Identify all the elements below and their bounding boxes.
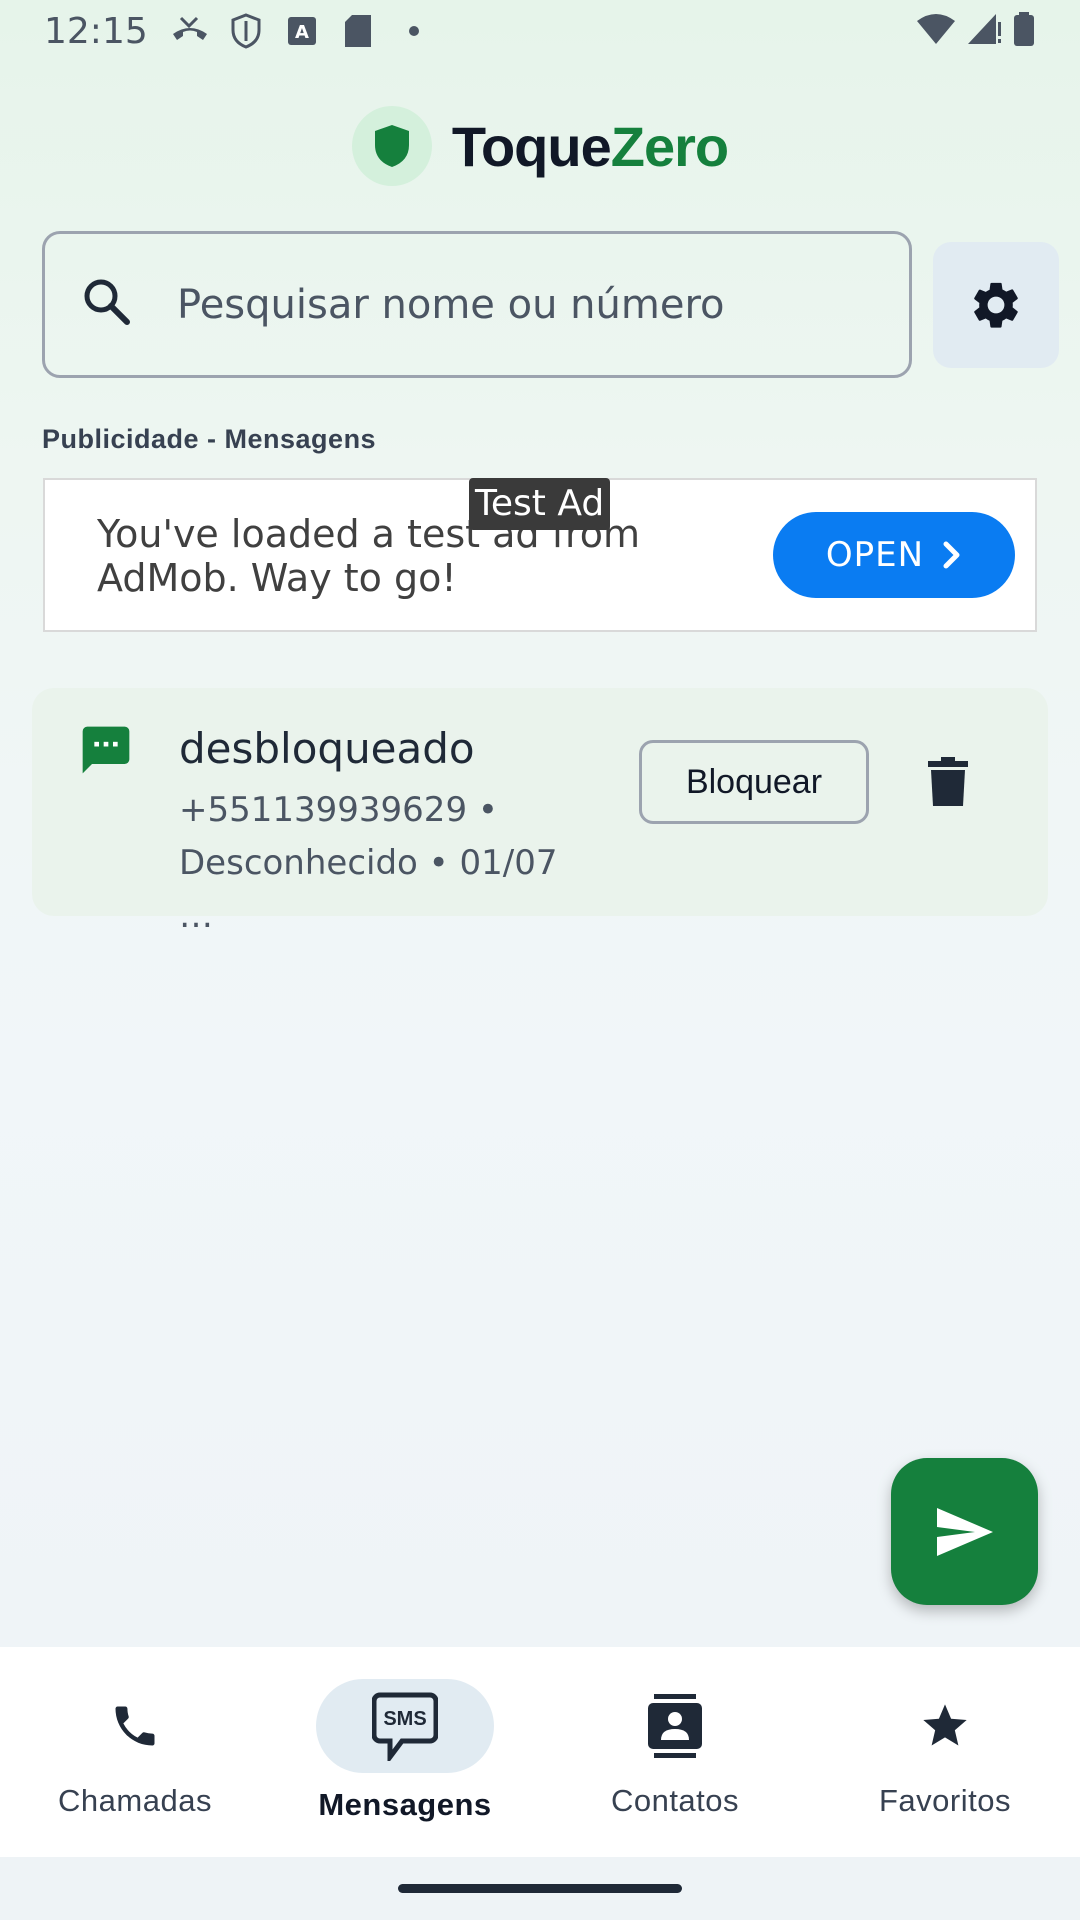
wifi-icon: [916, 13, 956, 50]
contact-card-icon: [648, 1694, 702, 1758]
missed-call-icon: [170, 11, 210, 51]
status-time: 12:15: [44, 10, 148, 52]
message-icon: [78, 722, 134, 783]
phone-icon: [115, 1706, 155, 1746]
shield-icon: [226, 11, 266, 51]
search-input[interactable]: [177, 281, 857, 328]
ad-section-label: Publicidade - Mensagens: [42, 424, 377, 454]
bottom-navigation: Chamadas SMS Mensagens Contatos Favorito…: [0, 1647, 1080, 1857]
dot-icon: [394, 11, 434, 51]
app-logo: [351, 106, 432, 186]
shield-icon: [374, 125, 409, 167]
signal-icon: [966, 12, 1002, 51]
list-item[interactable]: desbloqueado +551139939629 • Desconhecid…: [32, 688, 1048, 936]
send-message-button[interactable]: [891, 1458, 1038, 1605]
app-header: ToqueZero: [0, 106, 1080, 186]
nav-label-favoritos: Favoritos: [879, 1783, 1011, 1818]
message-detail: +551139939629 • Desconhecido • 01/07 …: [179, 790, 558, 936]
search-box[interactable]: [42, 231, 912, 378]
status-bar: 12:15 A: [0, 0, 1080, 62]
test-ad-badge: Test Ad: [469, 478, 611, 530]
gear-icon: [974, 282, 1018, 328]
svg-text:A: A: [295, 22, 309, 43]
nav-label-mensagens: Mensagens: [318, 1787, 492, 1822]
settings-button[interactable]: [933, 242, 1059, 368]
send-icon: [936, 1507, 993, 1556]
message-sender: desbloqueado: [179, 724, 475, 773]
nav-label-chamadas: Chamadas: [58, 1783, 212, 1818]
nav-label-contatos: Contatos: [610, 1783, 740, 1818]
trash-icon: [928, 757, 968, 806]
app-title-part1: Toque: [451, 114, 612, 178]
app-title: ToqueZero: [451, 114, 729, 179]
nav-item-mensagens[interactable]: SMS Mensagens: [270, 1647, 540, 1857]
block-button[interactable]: Bloquear: [639, 740, 869, 824]
battery-icon: [1012, 11, 1036, 52]
star-icon: [923, 1704, 967, 1746]
gesture-bar[interactable]: [398, 1884, 682, 1893]
ad-text: You've loaded a test ad from AdMob. Way …: [97, 512, 641, 600]
nav-item-favoritos[interactable]: Favoritos: [810, 1647, 1080, 1857]
chevron-right-icon: [942, 541, 962, 569]
a-notification-icon: A: [282, 11, 322, 51]
sd-card-icon: [338, 11, 378, 51]
svg-text:SMS: SMS: [383, 1708, 426, 1730]
ad-banner[interactable]: You've loaded a test ad from AdMob. Way …: [43, 478, 1037, 632]
ad-open-label: OPEN: [825, 535, 925, 575]
search-icon: [81, 276, 133, 333]
sms-icon: SMS: [372, 1692, 438, 1761]
delete-button[interactable]: [916, 750, 980, 814]
nav-item-chamadas[interactable]: Chamadas: [0, 1647, 270, 1857]
app-title-part2: Zero: [610, 114, 729, 178]
nav-item-contatos[interactable]: Contatos: [540, 1647, 810, 1857]
ad-open-button[interactable]: OPEN: [773, 512, 1015, 598]
